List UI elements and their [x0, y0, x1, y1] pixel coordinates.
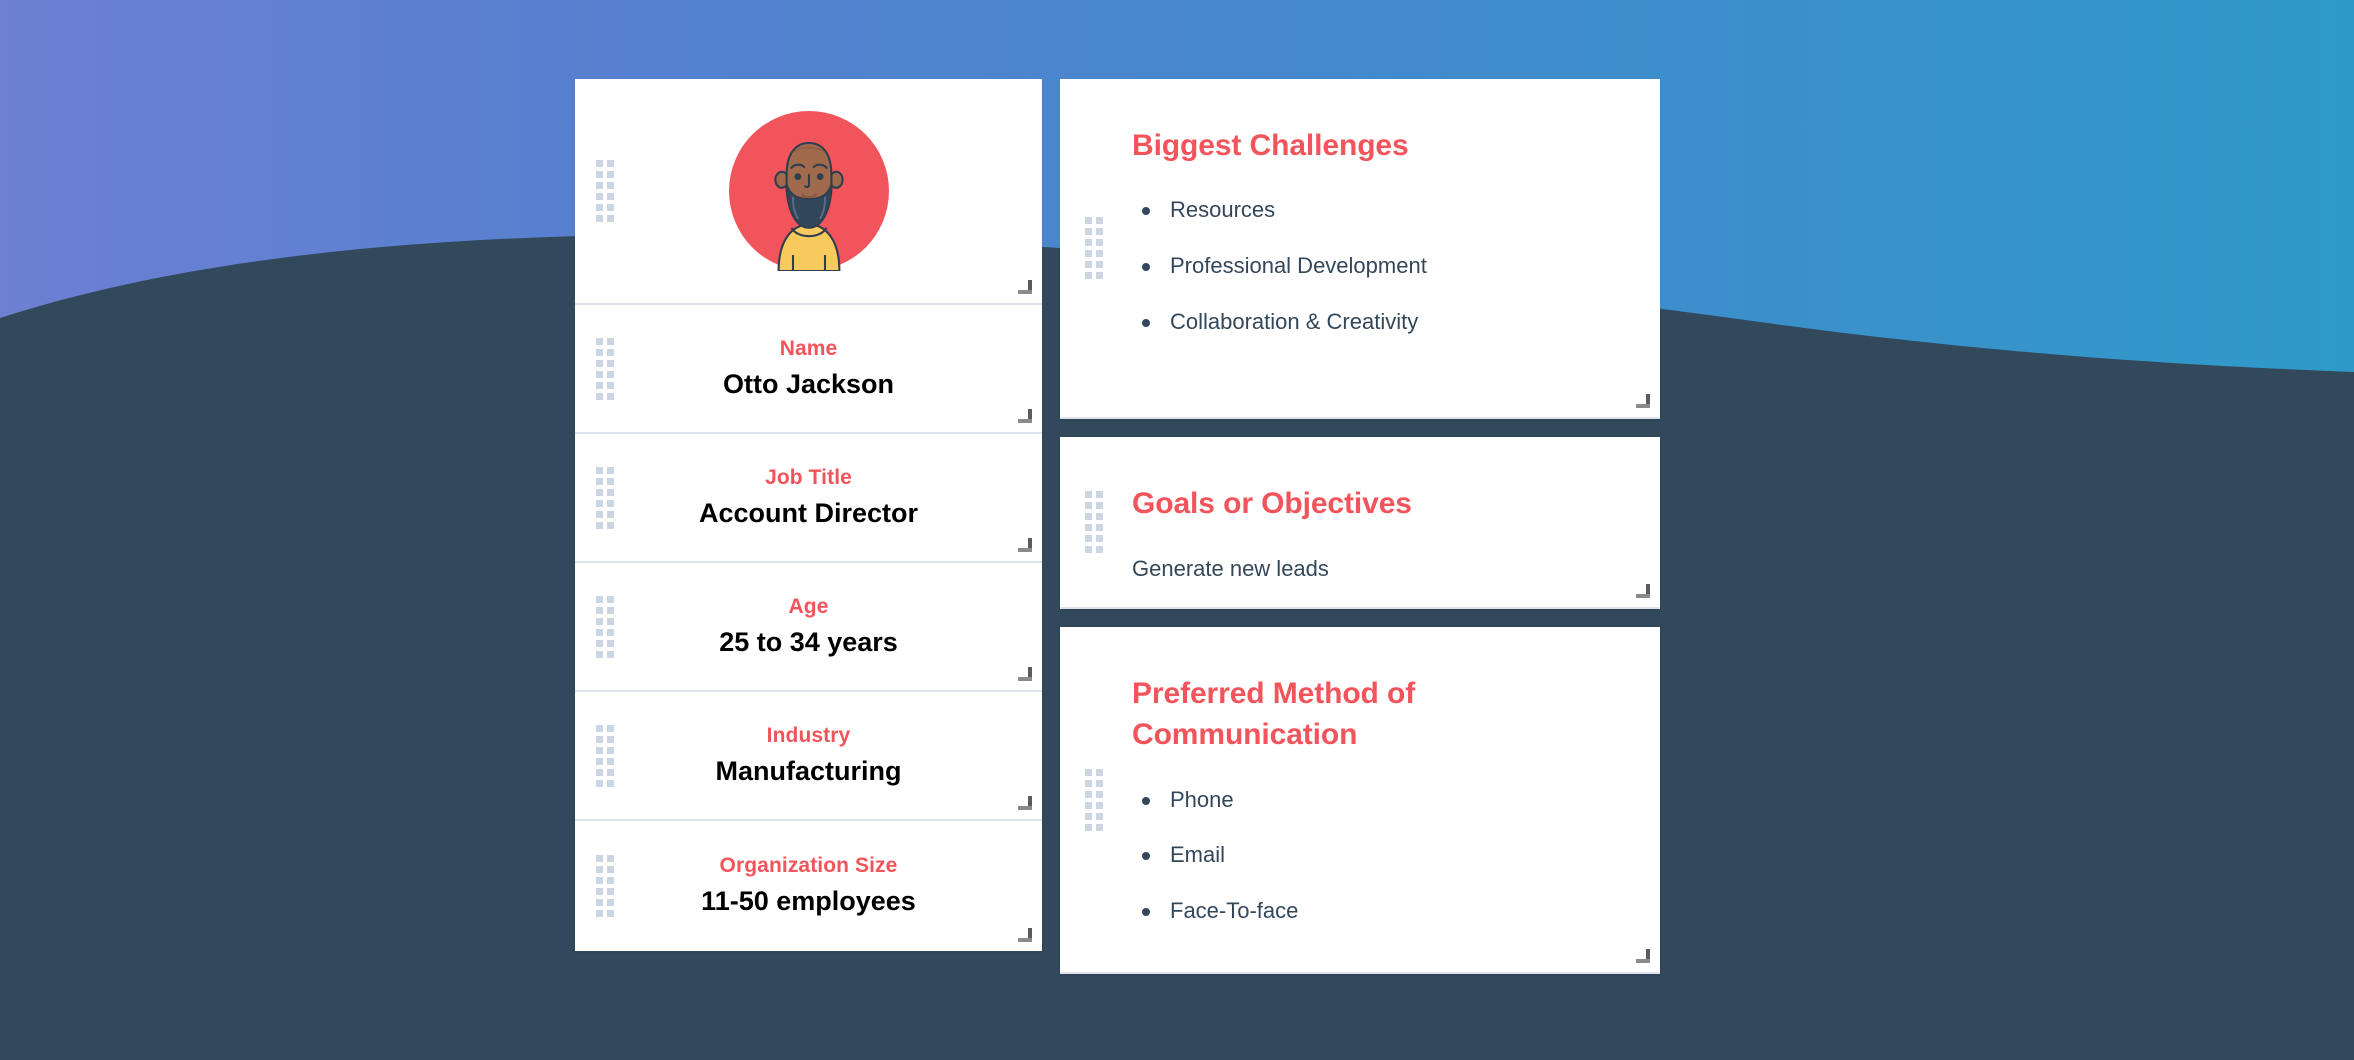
avatar-card[interactable] [575, 79, 1042, 305]
field-value: 11-50 employees [701, 886, 916, 917]
goals-text: Generate new leads [1132, 556, 1329, 582]
card-title: Goals or Objectives [1132, 487, 1412, 520]
field-card-name[interactable]: Name Otto Jackson [575, 305, 1042, 434]
resize-corner-icon[interactable] [1018, 928, 1032, 942]
list-item: Resources [1132, 196, 1598, 225]
field-label: Organization Size [719, 854, 898, 878]
drag-dots-icon[interactable] [596, 724, 614, 787]
persona-board: Name Otto Jackson Job Title Account Dire… [0, 0, 2354, 1060]
field-label: Name [779, 336, 838, 360]
resize-corner-icon[interactable] [1018, 409, 1032, 423]
field-card-job-title[interactable]: Job Title Account Director [575, 434, 1042, 563]
field-label: Job Title [765, 465, 852, 489]
drag-dots-icon[interactable] [596, 337, 614, 400]
field-content: Industry Manufacturing [575, 722, 1042, 790]
resize-corner-icon[interactable] [1018, 538, 1032, 552]
profile-column: Name Otto Jackson Job Title Account Dire… [575, 79, 1042, 951]
goals-card[interactable]: Goals or Objectives Generate new leads [1060, 437, 1660, 609]
drag-dots-icon[interactable] [1085, 491, 1103, 553]
list-item: Email [1132, 841, 1598, 870]
resize-corner-icon[interactable] [1018, 667, 1032, 681]
avatar-container [575, 111, 1042, 271]
details-column: Biggest Challenges Resources Professiona… [1060, 79, 1660, 974]
drag-dots-icon[interactable] [596, 160, 614, 222]
bearded-man-avatar-icon [728, 111, 889, 271]
drag-dots-icon[interactable] [596, 595, 614, 658]
resize-corner-icon[interactable] [1018, 280, 1032, 294]
resize-corner-icon[interactable] [1018, 796, 1032, 810]
field-content: Organization Size 11-50 employees [575, 852, 1042, 920]
resize-corner-icon[interactable] [1636, 584, 1650, 598]
field-content: Age 25 to 34 years [575, 593, 1042, 661]
challenges-list: Resources Professional Development Colla… [1132, 196, 1598, 336]
field-card-industry[interactable]: Industry Manufacturing [575, 692, 1042, 821]
field-value: 25 to 34 years [719, 626, 898, 657]
drag-dots-icon[interactable] [596, 855, 614, 917]
field-card-age[interactable]: Age 25 to 34 years [575, 563, 1042, 692]
communication-card[interactable]: Preferred Method of Communication Phone … [1060, 627, 1660, 974]
drag-dots-icon[interactable] [596, 466, 614, 529]
list-item: Phone [1132, 786, 1598, 815]
field-label: Industry [766, 723, 851, 747]
field-value: Manufacturing [715, 755, 902, 786]
drag-dots-icon[interactable] [1085, 768, 1103, 831]
field-value: Account Director [698, 497, 919, 528]
card-title: Preferred Method of Communication [1132, 677, 1416, 752]
resize-corner-icon[interactable] [1636, 949, 1650, 963]
drag-dots-icon[interactable] [1085, 217, 1103, 279]
field-content: Name Otto Jackson [575, 335, 1042, 403]
field-value: Otto Jackson [722, 368, 895, 399]
resize-corner-icon[interactable] [1636, 394, 1650, 408]
list-item: Face-To-face [1132, 897, 1598, 926]
card-title: Biggest Challenges [1132, 129, 1409, 162]
communication-list: Phone Email Face-To-face [1132, 786, 1598, 926]
field-label: Age [788, 594, 829, 618]
list-item: Collaboration & Creativity [1132, 308, 1598, 337]
list-item: Professional Development [1132, 252, 1598, 281]
field-card-organization-size[interactable]: Organization Size 11-50 employees [575, 821, 1042, 951]
challenges-card[interactable]: Biggest Challenges Resources Professiona… [1060, 79, 1660, 419]
field-content: Job Title Account Director [575, 464, 1042, 532]
